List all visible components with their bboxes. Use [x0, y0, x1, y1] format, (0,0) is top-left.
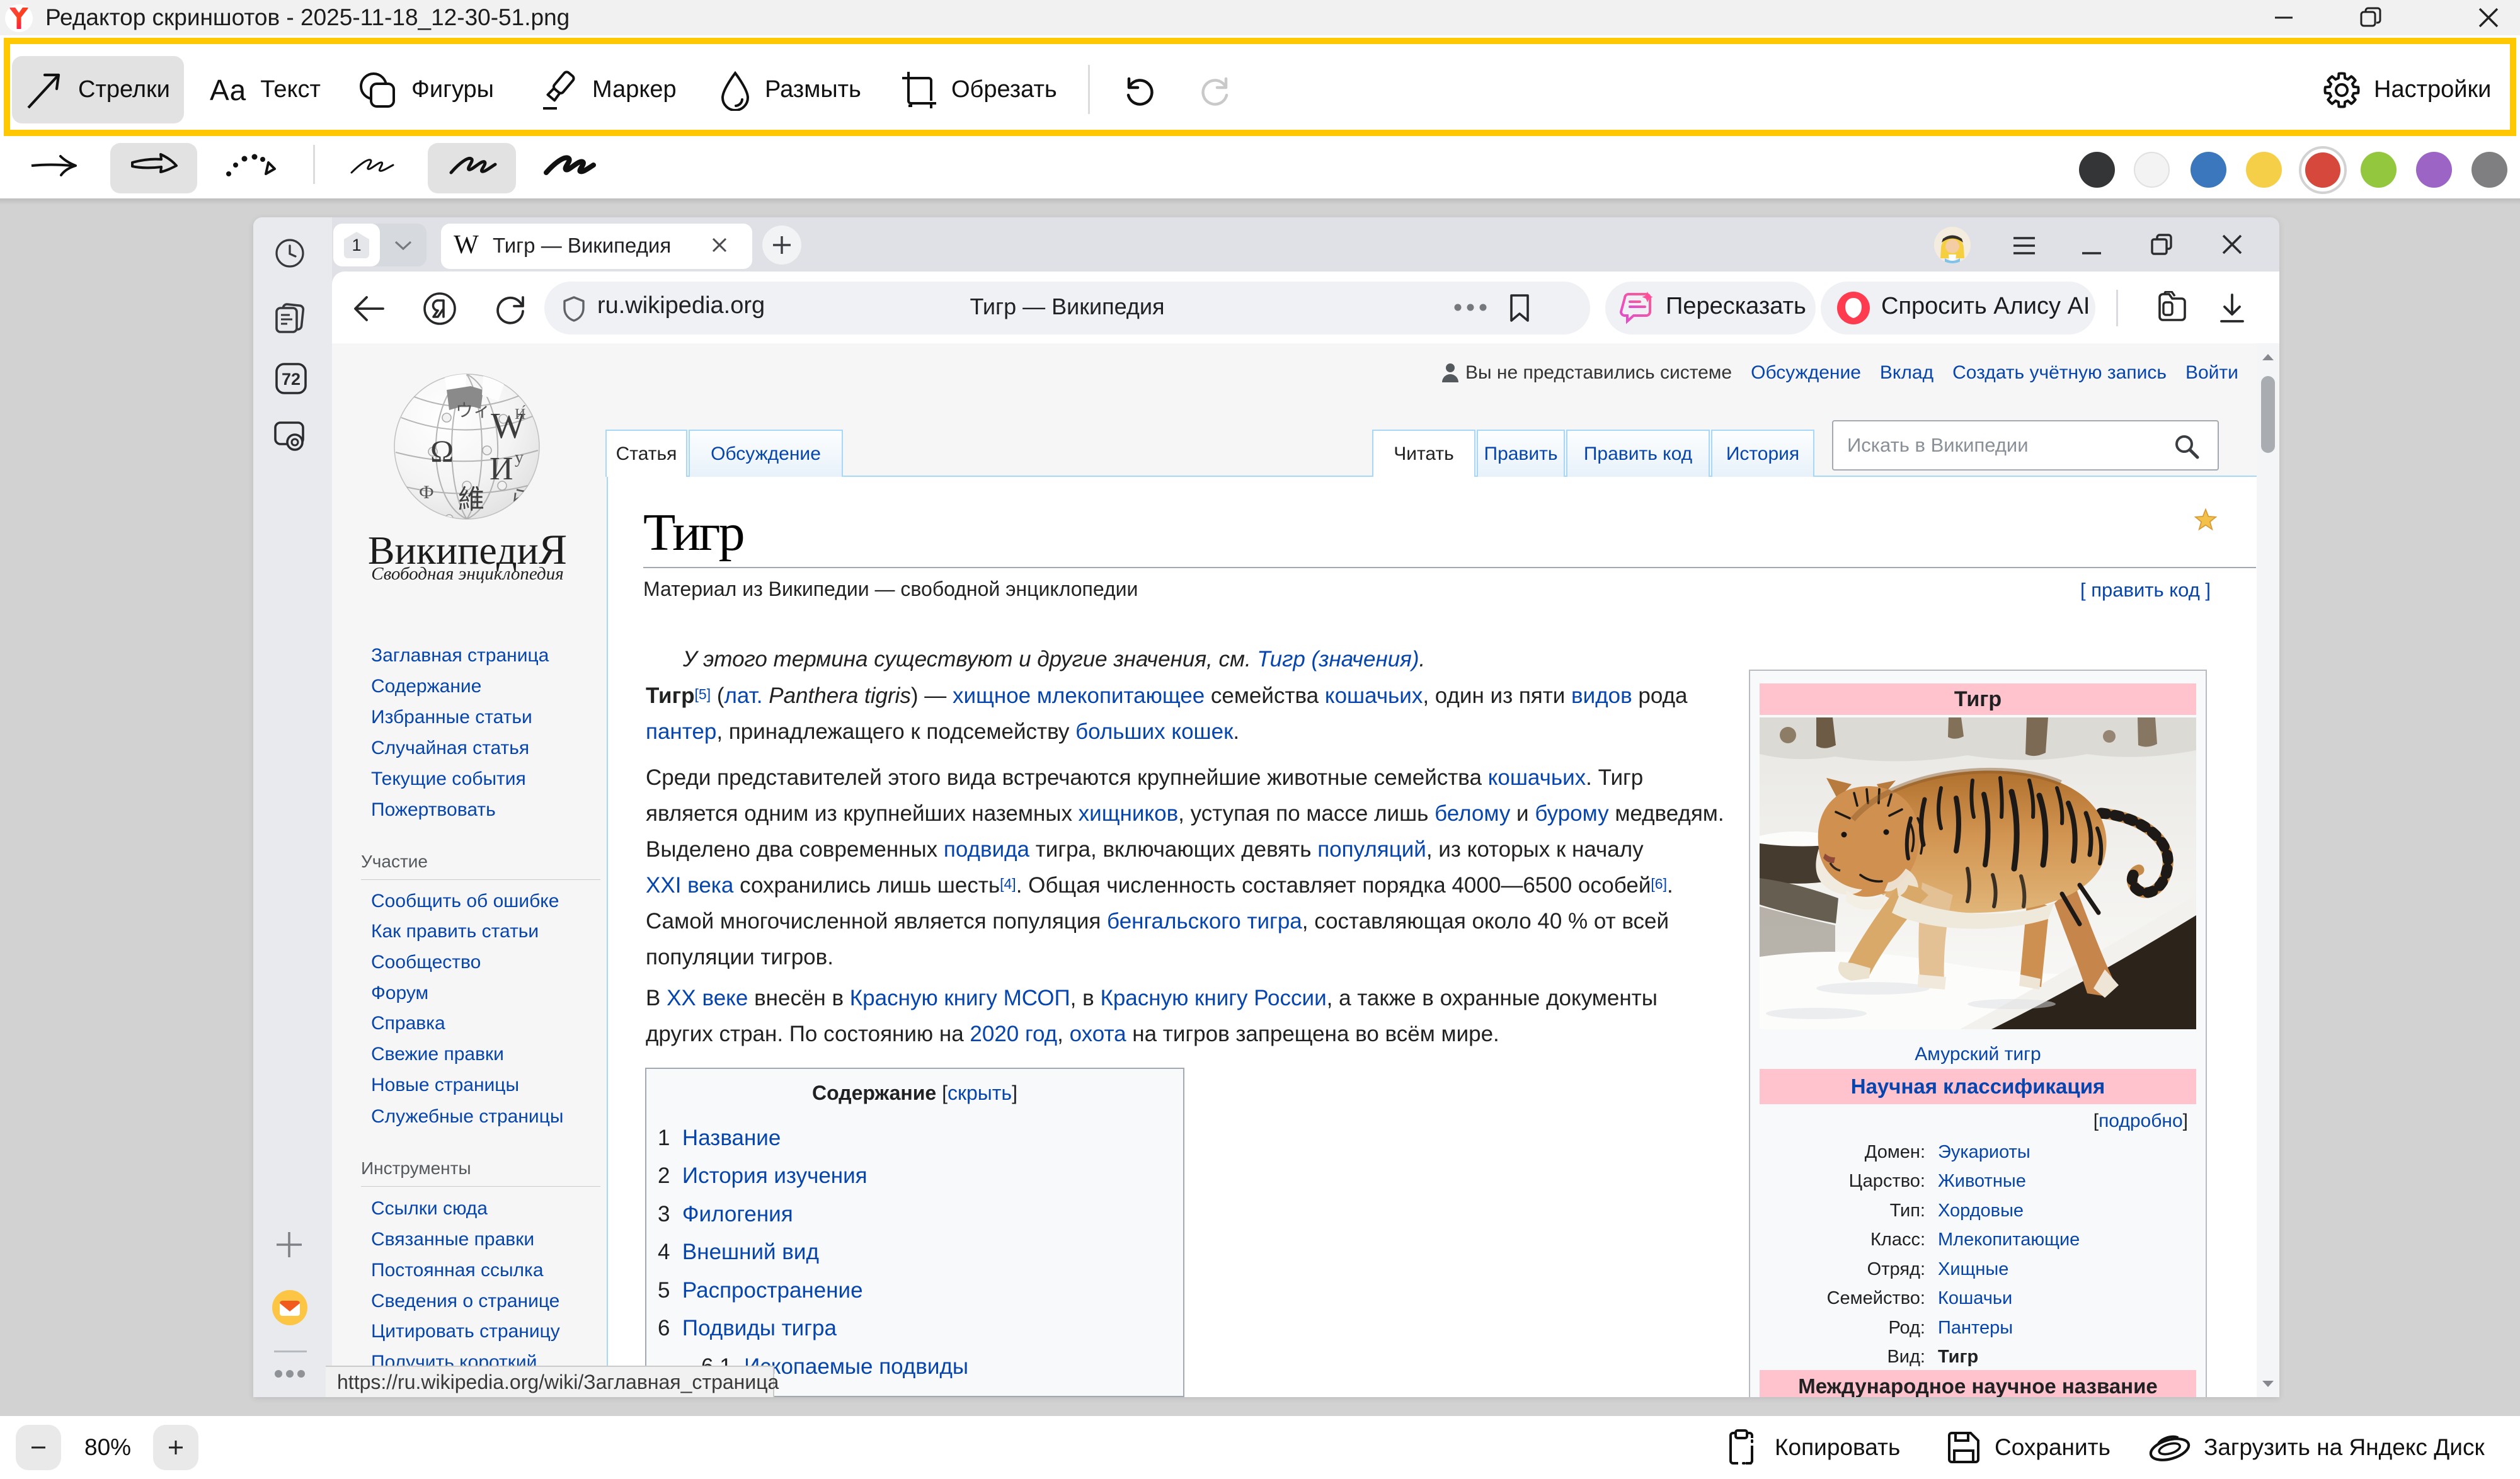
svg-text:72: 72	[282, 370, 301, 389]
svg-text:Ω: Ω	[430, 433, 454, 469]
svg-text:維: 維	[458, 486, 484, 515]
svg-text:у: у	[515, 448, 524, 467]
svg-text:И́: И́	[515, 406, 525, 423]
svg-text:И: И	[490, 451, 513, 487]
svg-text:ら: ら	[510, 488, 531, 511]
svg-text:ウィ: ウィ	[455, 401, 491, 421]
svg-text:Ф: Ф	[419, 482, 434, 503]
